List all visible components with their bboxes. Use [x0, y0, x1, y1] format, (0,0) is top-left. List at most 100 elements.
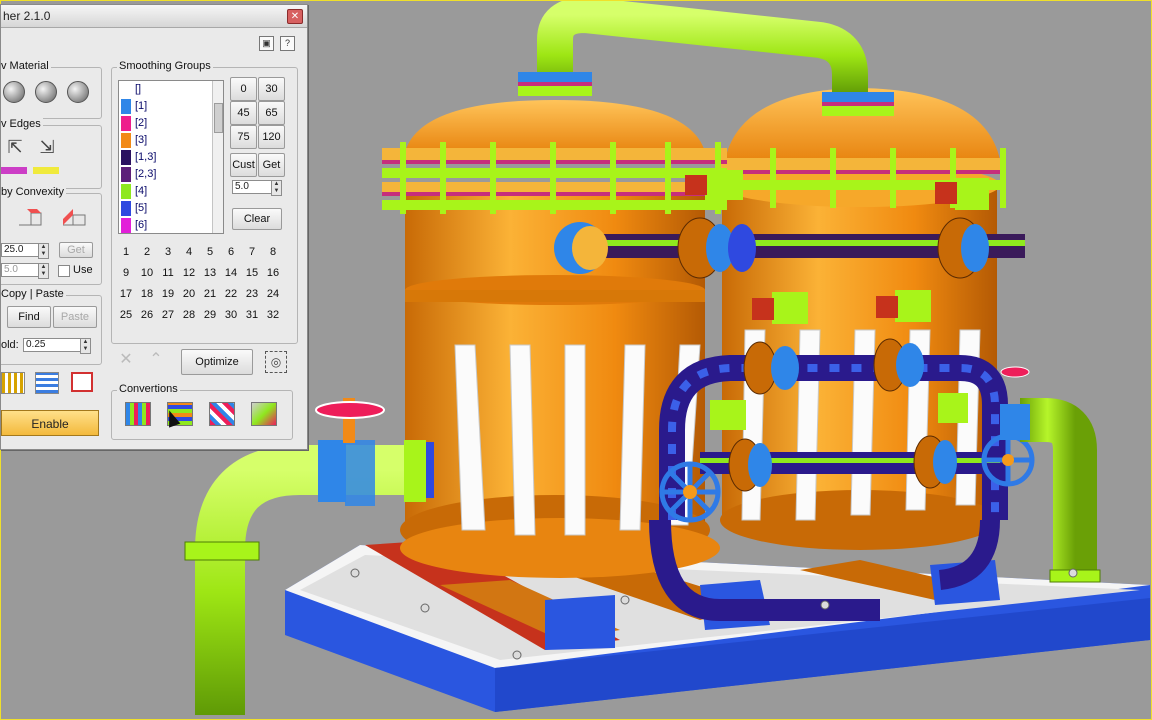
- sg-number-button[interactable]: 7: [242, 242, 262, 262]
- close-button[interactable]: ✕: [287, 9, 303, 24]
- convexity-label: by Convexity: [1, 186, 66, 198]
- sg-number-button[interactable]: 21: [200, 284, 220, 304]
- sg-number-button[interactable]: 26: [137, 305, 157, 325]
- sg-number-button[interactable]: 12: [179, 263, 199, 283]
- top-pipe: [537, 0, 868, 95]
- threshold-field[interactable]: 0.25 ▲ ▼: [23, 338, 91, 354]
- sg-number-button[interactable]: 29: [200, 305, 220, 325]
- threshold-label: old:: [1, 339, 19, 351]
- clear-button[interactable]: Clear: [232, 208, 282, 230]
- sg-number-button[interactable]: 23: [242, 284, 262, 304]
- sg-number-button[interactable]: 1: [116, 242, 136, 262]
- sg-number-button[interactable]: 9: [116, 263, 136, 283]
- color-swatch: [121, 167, 131, 182]
- sg-number-button[interactable]: 30: [221, 305, 241, 325]
- sg-number-button[interactable]: 5: [200, 242, 220, 262]
- edge-arrows-icon[interactable]: ⇲: [35, 135, 59, 159]
- enable-button[interactable]: Enable: [1, 410, 99, 436]
- list-item[interactable]: [2]: [119, 115, 211, 132]
- color-swatch: [121, 133, 131, 148]
- sg-number-button[interactable]: 8: [263, 242, 283, 262]
- material-sphere-icon[interactable]: [67, 81, 89, 103]
- sg-number-button[interactable]: 18: [137, 284, 157, 304]
- list-item[interactable]: [3]: [119, 132, 211, 149]
- sg-number-button[interactable]: 6: [221, 242, 241, 262]
- list-scrollbar[interactable]: [212, 81, 223, 233]
- sg-number-button[interactable]: 2: [137, 242, 157, 262]
- color-swatch: [121, 150, 131, 165]
- sg-number-button[interactable]: 27: [158, 305, 178, 325]
- angle-button[interactable]: 120: [258, 125, 285, 149]
- concave-icon[interactable]: [17, 205, 43, 229]
- list-item[interactable]: [2,3]: [119, 166, 211, 183]
- use-checkbox[interactable]: [58, 265, 70, 277]
- list-item[interactable]: [5]: [119, 200, 211, 217]
- cust-button[interactable]: Cust: [230, 153, 257, 177]
- material-sphere-icon[interactable]: [35, 81, 57, 103]
- sg-number-button[interactable]: 22: [221, 284, 241, 304]
- convexity-threshold-field[interactable]: 5.0 ▲ ▼: [1, 263, 49, 279]
- list-item[interactable]: []: [119, 81, 211, 98]
- sg-number-button[interactable]: 4: [179, 242, 199, 262]
- sg-number-button[interactable]: 14: [221, 263, 241, 283]
- convexity-angle-field[interactable]: 25.0 ▲ ▼: [1, 243, 49, 259]
- sg-number-button[interactable]: 32: [263, 305, 283, 325]
- angle-button[interactable]: 75: [230, 125, 257, 149]
- pin-icon[interactable]: ▣: [259, 36, 274, 51]
- sg-number-button[interactable]: 31: [242, 305, 262, 325]
- use-label: Use: [73, 264, 93, 276]
- zoom-target-icon[interactable]: ◎: [265, 351, 287, 373]
- window-title: her 2.1.0: [3, 9, 51, 23]
- help-icon[interactable]: ?: [280, 36, 295, 51]
- expand-icon[interactable]: ⌃: [147, 351, 165, 369]
- material-label: v Material: [1, 60, 51, 72]
- color-swatch: [121, 99, 131, 114]
- paste-button[interactable]: Paste: [53, 306, 97, 328]
- color-swatch: [121, 82, 131, 97]
- sg-number-button[interactable]: 15: [242, 263, 262, 283]
- sg-number-button[interactable]: 19: [158, 284, 178, 304]
- sg-number-button[interactable]: 17: [116, 284, 136, 304]
- grid-select-icon[interactable]: [35, 372, 59, 394]
- edge-swatch-magenta: [1, 167, 27, 174]
- sg-number-button[interactable]: 25: [116, 305, 136, 325]
- convert-to-id-icon[interactable]: [209, 402, 235, 426]
- sg-number-button[interactable]: 24: [263, 284, 283, 304]
- convexity-get-button[interactable]: Get: [59, 242, 93, 258]
- list-item[interactable]: [6]: [119, 217, 211, 233]
- get-button[interactable]: Get: [258, 153, 285, 177]
- edge-arrows-icon[interactable]: ⇱: [3, 135, 27, 159]
- angle-button[interactable]: 0: [230, 77, 257, 101]
- angle-button[interactable]: 30: [258, 77, 285, 101]
- copy-paste-label: Copy | Paste: [1, 288, 66, 300]
- collapse-icon[interactable]: ✕: [117, 351, 135, 369]
- sg-number-button[interactable]: 3: [158, 242, 178, 262]
- scrollbar-thumb[interactable]: [214, 103, 223, 133]
- find-button[interactable]: Find: [7, 306, 51, 328]
- material-sphere-icon[interactable]: [3, 81, 25, 103]
- sg-number-button[interactable]: 11: [158, 263, 178, 283]
- sg-threshold-field[interactable]: 5.0 ▲ ▼: [232, 180, 282, 196]
- list-item[interactable]: [1]: [119, 98, 211, 115]
- smoothing-group-list[interactable]: [] [1] [2] [3] [1,3] [2,3] [4] [5] [6]: [118, 80, 224, 234]
- grid-select-icon[interactable]: [71, 372, 93, 392]
- sg-number-button[interactable]: 10: [137, 263, 157, 283]
- angle-button[interactable]: 65: [258, 101, 285, 125]
- convex-icon[interactable]: [61, 205, 87, 229]
- sg-number-button[interactable]: 20: [179, 284, 199, 304]
- list-item[interactable]: [4]: [119, 183, 211, 200]
- grid-select-icon[interactable]: [1, 372, 25, 394]
- sg-number-button[interactable]: 13: [200, 263, 220, 283]
- angle-button[interactable]: 45: [230, 101, 257, 125]
- color-swatch: [121, 116, 131, 131]
- convert-to-element-icon[interactable]: [251, 402, 277, 426]
- smoothing-groups-label: Smoothing Groups: [117, 60, 213, 72]
- sg-number-button[interactable]: 16: [263, 263, 283, 283]
- list-item[interactable]: [1,3]: [119, 149, 211, 166]
- convert-to-material-icon[interactable]: [125, 402, 151, 426]
- sg-number-button[interactable]: 28: [179, 305, 199, 325]
- panel-titlebar[interactable]: her 2.1.0 ✕: [1, 5, 307, 28]
- edges-label: v Edges: [1, 118, 43, 130]
- smoothing-tool-panel: her 2.1.0 ✕ ▣ ? v Material v Edges ⇱ ⇲ b…: [0, 4, 308, 450]
- optimize-button[interactable]: Optimize: [181, 349, 253, 375]
